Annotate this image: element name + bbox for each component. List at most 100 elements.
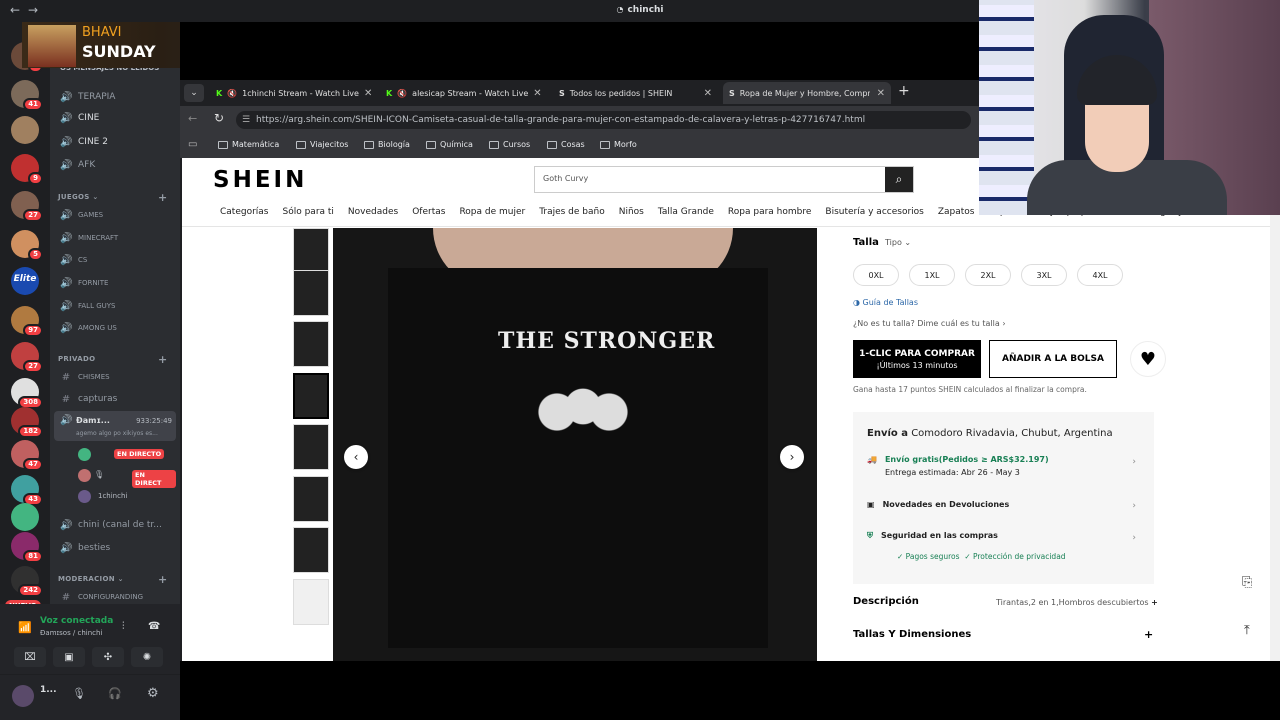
soundboard-button[interactable]: ✺ xyxy=(131,647,163,667)
nav-item[interactable]: Ofertas xyxy=(412,207,445,217)
back-to-top-icon[interactable]: ⤒ xyxy=(1244,623,1250,638)
category-moderacion[interactable]: MODERACION ⌄ + xyxy=(58,573,167,586)
product-thumbnail[interactable] xyxy=(293,270,329,316)
nav-item[interactable]: Talla Grande xyxy=(658,207,714,217)
voice-channel-minecraft[interactable]: 🔊 MINECRAFT xyxy=(60,229,176,247)
server-icon[interactable]: 182 xyxy=(11,407,43,438)
category-privado[interactable]: PRIVADO + xyxy=(58,353,167,366)
voice-channel-games[interactable]: 🔊 GAMES xyxy=(60,206,176,224)
close-tab-icon[interactable]: ✕ xyxy=(704,88,712,99)
bookmark-folder[interactable]: Cursos xyxy=(489,140,530,149)
add-to-bag-button[interactable]: AÑADIR A LA BOLSA xyxy=(989,340,1117,378)
voice-channel-fornite[interactable]: 🔊 FORNITE xyxy=(60,274,176,292)
size-option[interactable]: 0XL xyxy=(853,264,899,286)
size-option[interactable]: 3XL xyxy=(1021,264,1067,286)
voice-channel-fall-guys[interactable]: 🔊 FALL GUYS xyxy=(60,297,176,315)
shein-logo[interactable]: SHEIN xyxy=(213,167,307,193)
size-option[interactable]: 1XL xyxy=(909,264,955,286)
server-icon[interactable]: 27 xyxy=(11,191,43,222)
headset-icon[interactable]: 🎧 xyxy=(108,687,122,700)
server-icon[interactable]: 41 xyxy=(11,80,43,111)
nav-item[interactable]: Ropa de mujer xyxy=(459,207,525,217)
feedback-icon[interactable]: ⎘ xyxy=(1242,575,1252,590)
nav-item[interactable]: Novedades xyxy=(348,207,398,217)
voice-server[interactable]: Ɖamɪsos / chinchi xyxy=(40,629,102,637)
tab-search-button[interactable]: ⌄ xyxy=(184,84,204,102)
voice-status[interactable]: Voz conectada xyxy=(40,616,113,626)
participant-row[interactable]: EN DIRECTO xyxy=(78,448,176,462)
server-icon[interactable]: 5 xyxy=(11,230,43,261)
voice-channel-afk[interactable]: 🔊 AFK xyxy=(60,156,176,174)
server-icon[interactable]: 308 xyxy=(11,378,43,409)
close-tab-icon[interactable]: ✕ xyxy=(364,88,372,99)
wishlist-button[interactable]: ♥ xyxy=(1130,341,1166,377)
participant-row[interactable]: 1chinchi xyxy=(78,490,176,504)
returns-row[interactable]: ▣ Novedades en Devoluciones xyxy=(867,500,1009,509)
close-tab-icon[interactable]: ✕ xyxy=(877,88,885,99)
add-channel-icon[interactable]: + xyxy=(158,191,168,204)
bookmark-folder[interactable]: Biología xyxy=(364,140,410,149)
user-name[interactable]: 1... xyxy=(40,685,57,695)
size-guide-link[interactable]: ◑ Guía de Tallas xyxy=(853,298,918,307)
description-summary[interactable]: Tirantas,2 en 1,Hombros descubiertos + xyxy=(996,598,1158,607)
size-type-select[interactable]: Tipo ⌄ xyxy=(885,238,911,247)
next-image-button[interactable]: › xyxy=(780,445,804,469)
description-heading[interactable]: Descripción xyxy=(853,596,919,607)
new-tab-icon[interactable]: + xyxy=(898,83,910,99)
close-tab-icon[interactable]: ✕ xyxy=(533,88,541,99)
nav-item[interactable]: Ropa para hombre xyxy=(728,207,811,217)
product-thumbnail[interactable] xyxy=(293,476,329,522)
avatar[interactable] xyxy=(12,685,34,707)
server-icon[interactable] xyxy=(11,503,39,531)
voice-channel-cine[interactable]: 🔊 CINE xyxy=(60,109,176,127)
apps-icon[interactable]: ▭ xyxy=(188,139,197,150)
product-thumbnail[interactable] xyxy=(293,321,329,367)
participant-row[interactable]: 🎙 EN DIRECT xyxy=(78,469,176,488)
security-row[interactable]: ⛨ Seguridad en las compras xyxy=(867,531,998,541)
gear-icon[interactable]: ⚙ xyxy=(147,686,159,701)
browser-tab[interactable]: K 🔇 1chinchi Stream - Watch Live ✕ xyxy=(210,82,375,104)
server-icon[interactable] xyxy=(11,116,39,144)
server-icon[interactable]: 97 xyxy=(11,306,43,337)
ship-to[interactable]: Envío a Comodoro Rivadavia, Chubut, Arge… xyxy=(867,428,1113,439)
reload-icon[interactable]: ↻ xyxy=(214,111,224,125)
voice-channel-cine-2[interactable]: 🔊 CINE 2 xyxy=(60,133,176,151)
size-chart-thumbnail[interactable] xyxy=(293,579,329,625)
search-button[interactable]: ⌕ xyxy=(885,167,913,192)
size-option[interactable]: 4XL xyxy=(1077,264,1123,286)
category-juegos[interactable]: JUEGOS ⌄ + xyxy=(58,191,167,204)
voice-channel-terapia[interactable]: 🔊 TERAPIA xyxy=(60,88,176,106)
server-icon[interactable]: Elite xyxy=(11,267,39,295)
nav-item[interactable]: Zapatos xyxy=(938,207,975,217)
disconnect-icon[interactable]: ☎ xyxy=(148,621,160,632)
server-icon[interactable]: 242 xyxy=(11,566,43,597)
nav-item[interactable]: Sólo para ti xyxy=(283,207,334,217)
add-channel-icon[interactable]: + xyxy=(158,353,168,366)
back-arrow-icon[interactable]: ← xyxy=(188,112,197,125)
product-thumbnail[interactable] xyxy=(293,527,329,573)
size-dimensions-heading[interactable]: Tallas Y Dimensiones xyxy=(853,629,971,640)
bookmark-folder[interactable]: Matemática xyxy=(218,140,279,149)
free-shipping-row[interactable]: 🚚 Envío gratis(Pedidos ≥ ARS$32.197) Entre… xyxy=(867,455,1049,477)
browser-tab[interactable]: S Todos los pedidos | SHEIN ✕ xyxy=(553,82,718,104)
expand-icon[interactable]: + xyxy=(1144,628,1153,641)
browser-tab[interactable]: K 🔇 alesicap Stream - Watch Live ✕ xyxy=(380,82,545,104)
server-icon[interactable]: 43 xyxy=(11,475,43,506)
voice-channel-besties[interactable]: 🔊 besties xyxy=(60,539,176,557)
screen-share-button[interactable]: ▣ xyxy=(53,647,85,667)
server-icon[interactable]: 27 xyxy=(11,342,43,373)
text-channel-chismes[interactable]: # CHISMES xyxy=(60,368,176,386)
page-scrollbar[interactable] xyxy=(1270,215,1280,661)
text-channel-capturas[interactable]: # capturas xyxy=(60,390,176,408)
product-thumbnail-selected[interactable] xyxy=(293,373,329,419)
site-info-icon[interactable]: ☰ xyxy=(242,111,250,129)
voice-channel-cs[interactable]: 🔊 CS xyxy=(60,251,176,269)
active-voice-channel[interactable]: 🔊 Ɖamɪ... 933:25:49 agemo algo po xikiyo… xyxy=(54,411,176,441)
activities-button[interactable]: ✣ xyxy=(92,647,124,667)
buy-now-button[interactable]: 1-CLIC PARA COMPRAR ¡Últimos 13 minutos xyxy=(853,340,981,378)
noise-suppression-icon[interactable]: ⫶ xyxy=(122,621,125,632)
nav-item[interactable]: Trajes de baño xyxy=(539,207,605,217)
bookmark-folder[interactable]: Viajecitos xyxy=(296,140,348,149)
browser-tab-active[interactable]: S Ropa de Mujer y Hombre, Compra ✕ xyxy=(723,82,891,104)
nav-item[interactable]: Categorías xyxy=(220,207,269,217)
